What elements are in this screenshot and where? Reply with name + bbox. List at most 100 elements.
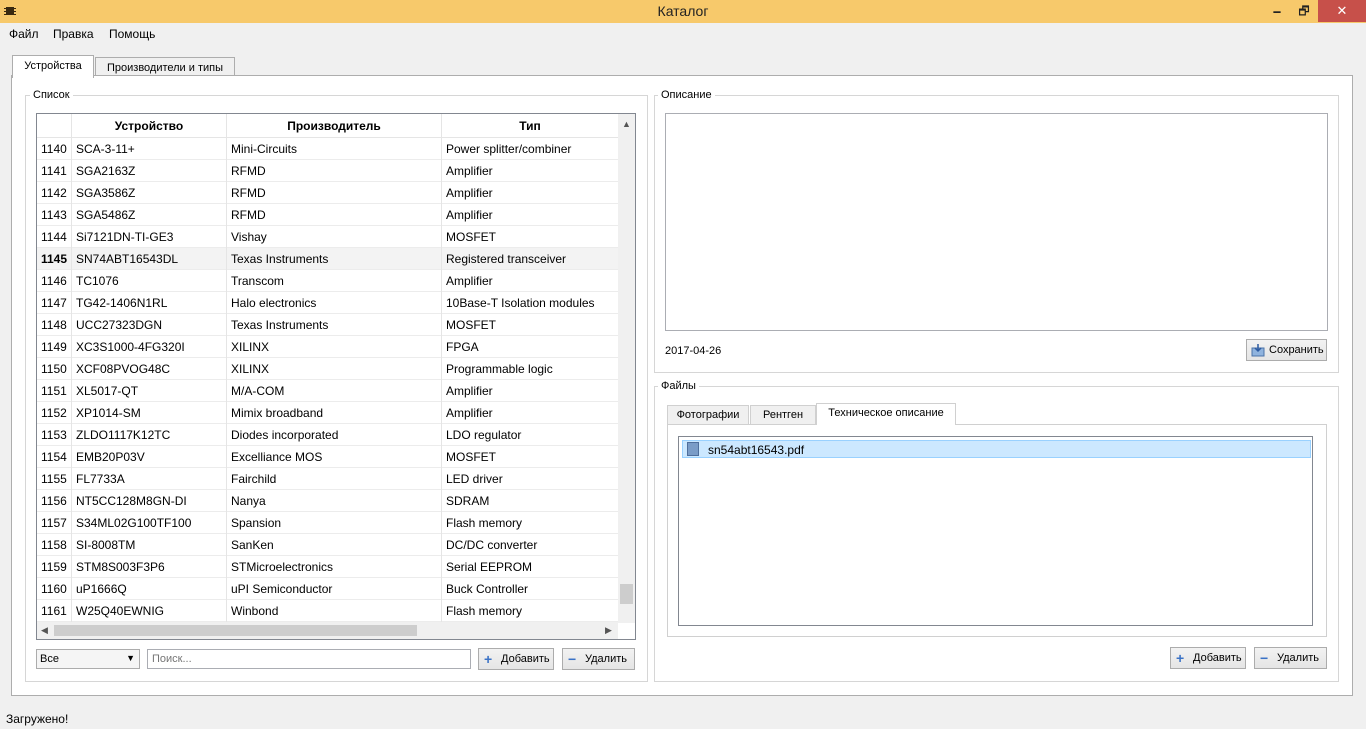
cell-manufacturer: Mini-Circuits — [227, 138, 442, 160]
cell-device: XP1014-SM — [72, 402, 227, 424]
table-row[interactable]: 1149 XC3S1000-4FG320I XILINX FPGA — [37, 336, 618, 358]
row-id: 1152 — [37, 402, 72, 424]
table-row[interactable]: 1152 XP1014-SM Mimix broadband Amplifier — [37, 402, 618, 424]
minimize-button[interactable]: 🗕 — [1264, 0, 1290, 22]
row-id: 1145 — [37, 248, 72, 270]
list-group-title: Список — [30, 89, 73, 101]
cell-type: Flash memory — [446, 516, 523, 530]
table-row[interactable]: 1157 S34ML02G100TF100 Spansion Flash memory — [37, 512, 618, 534]
add-file-button[interactable]: + Добавить — [1170, 647, 1246, 669]
vertical-scroll-thumb[interactable] — [620, 584, 633, 604]
tab-devices[interactable]: Устройства — [12, 55, 94, 78]
cell-type: Buck Controller — [446, 582, 529, 596]
plus-icon: + — [1176, 650, 1185, 666]
header-device[interactable]: Устройство — [72, 114, 227, 138]
row-id: 1157 — [37, 512, 72, 534]
table-row[interactable]: 1156 NT5CC128M8GN-DI Nanya SDRAM — [37, 490, 618, 512]
minus-icon: − — [1260, 650, 1269, 666]
scroll-up-icon[interactable]: ▲ — [622, 119, 631, 129]
cell-device: TG42-1406N1RL — [72, 292, 227, 314]
table-row[interactable]: 1147 TG42-1406N1RL Halo electronics 10Base-… — [37, 292, 618, 314]
close-button[interactable]: ✕ — [1318, 0, 1366, 22]
table-row[interactable]: 1143 SGA5486Z RFMD Amplifier — [37, 204, 618, 226]
cell-type: Amplifier — [446, 406, 493, 420]
tab-xray[interactable]: Рентген — [750, 405, 816, 425]
table-row[interactable]: 1159 STM8S003F3P6 STMicroelectronics Serial… — [37, 556, 618, 578]
cell-device: FL7733A — [72, 468, 227, 490]
table-row[interactable]: 1161 W25Q40EWNIG Winbond Flash memory — [37, 600, 618, 622]
cell-device: SN74ABT16543DL — [72, 248, 227, 270]
add-device-button[interactable]: + Добавить — [478, 648, 554, 670]
cell-device: UCC27323DGN — [72, 314, 227, 336]
table-row[interactable]: 1144 Si7121DN-TI-GE3 Vishay MOSFET — [37, 226, 618, 248]
file-name: sn54abt16543.pdf — [708, 443, 805, 457]
save-label: Сохранить — [1269, 344, 1324, 356]
cell-type: Power splitter/combiner — [446, 142, 572, 156]
table-header: Устройство Производитель Тип — [37, 114, 618, 138]
table-row[interactable]: 1158 SI-8008TM SanKen DC/DC converter — [37, 534, 618, 556]
cell-manufacturer: SanKen — [227, 534, 442, 556]
cell-manufacturer: XILINX — [227, 336, 442, 358]
cell-device: S34ML02G100TF100 — [72, 512, 227, 534]
cell-device: W25Q40EWNIG — [72, 600, 227, 622]
cell-device: SGA3586Z — [72, 182, 227, 204]
row-id: 1141 — [37, 160, 72, 182]
table-row[interactable]: 1155 FL7733A Fairchild LED driver — [37, 468, 618, 490]
cell-type: SDRAM — [446, 494, 490, 508]
header-type[interactable]: Тип — [442, 114, 618, 138]
table-row[interactable]: 1148 UCC27323DGN Texas Instruments MOSFET — [37, 314, 618, 336]
scroll-left-icon[interactable]: ◀ — [41, 625, 48, 636]
vertical-scrollbar[interactable]: ▲ — [618, 114, 635, 623]
row-id: 1147 — [37, 292, 72, 314]
table-row[interactable]: 1151 XL5017-QT M/A-COM Amplifier — [37, 380, 618, 402]
table-row[interactable]: 1140 SCA-3-11+ Mini-Circuits Power splitter… — [37, 138, 618, 160]
header-corner — [37, 114, 72, 138]
tab-photos[interactable]: Фотографии — [667, 405, 749, 425]
table-row[interactable]: 1160 uP1666Q uPI Semiconductor Buck Control… — [37, 578, 618, 600]
cell-manufacturer: M/A-COM — [227, 380, 442, 402]
cell-device: NT5CC128M8GN-DI — [72, 490, 227, 512]
file-item[interactable]: sn54abt16543.pdf — [682, 440, 1311, 458]
menu-file[interactable]: Файл — [9, 27, 39, 41]
table-row[interactable]: 1146 TC1076 Transcom Amplifier — [37, 270, 618, 292]
filter-combo[interactable]: Все ▼ — [36, 649, 140, 669]
maximize-button[interactable]: 🗗 — [1291, 0, 1317, 22]
files-group-title: Файлы — [658, 380, 699, 392]
horizontal-scrollbar[interactable]: ◀ ▶ — [37, 622, 618, 639]
cell-device: XC3S1000-4FG320I — [72, 336, 227, 358]
cell-type: Amplifier — [446, 208, 493, 222]
horizontal-scroll-thumb[interactable] — [54, 625, 417, 636]
table-row[interactable]: 1153 ZLDO1117K12TC Diodes incorporated LDO … — [37, 424, 618, 446]
row-id: 1160 — [37, 578, 72, 600]
save-icon — [1251, 344, 1265, 357]
tab-tech-description[interactable]: Техническое описание — [816, 403, 956, 425]
table-row[interactable]: 1154 EMB20P03V Excelliance MOS MOSFET — [37, 446, 618, 468]
cell-manufacturer: Transcom — [227, 270, 442, 292]
table-row[interactable]: 1141 SGA2163Z RFMD Amplifier — [37, 160, 618, 182]
menu-edit[interactable]: Правка — [53, 27, 94, 41]
device-table[interactable]: Устройство Производитель Тип 1140 SCA-3-1… — [36, 113, 636, 640]
scroll-right-icon[interactable]: ▶ — [605, 625, 612, 636]
row-id: 1143 — [37, 204, 72, 226]
filter-value: Все — [40, 653, 59, 665]
remove-device-button[interactable]: − Удалить — [562, 648, 635, 670]
menu-help[interactable]: Помощь — [109, 27, 155, 41]
cell-type: Amplifier — [446, 274, 493, 288]
description-textarea[interactable] — [665, 113, 1328, 331]
search-input[interactable] — [147, 649, 471, 669]
table-row[interactable]: 1142 SGA3586Z RFMD Amplifier — [37, 182, 618, 204]
cell-manufacturer: RFMD — [227, 160, 442, 182]
table-row[interactable]: 1150 XCF08PVOG48C XILINX Programmable logic — [37, 358, 618, 380]
cell-device: XL5017-QT — [72, 380, 227, 402]
window-title: Каталог — [657, 3, 709, 19]
cell-type: Flash memory — [446, 604, 523, 618]
cell-device: SI-8008TM — [72, 534, 227, 556]
file-list[interactable]: sn54abt16543.pdf — [678, 436, 1313, 626]
table-row[interactable]: 1145 SN74ABT16543DL Texas Instruments Regis… — [37, 248, 618, 270]
remove-file-button[interactable]: − Удалить — [1254, 647, 1327, 669]
save-button[interactable]: Сохранить — [1246, 339, 1327, 361]
cell-manufacturer: XILINX — [227, 358, 442, 380]
cell-manufacturer: Texas Instruments — [227, 314, 442, 336]
row-id: 1153 — [37, 424, 72, 446]
header-manufacturer[interactable]: Производитель — [227, 114, 442, 138]
